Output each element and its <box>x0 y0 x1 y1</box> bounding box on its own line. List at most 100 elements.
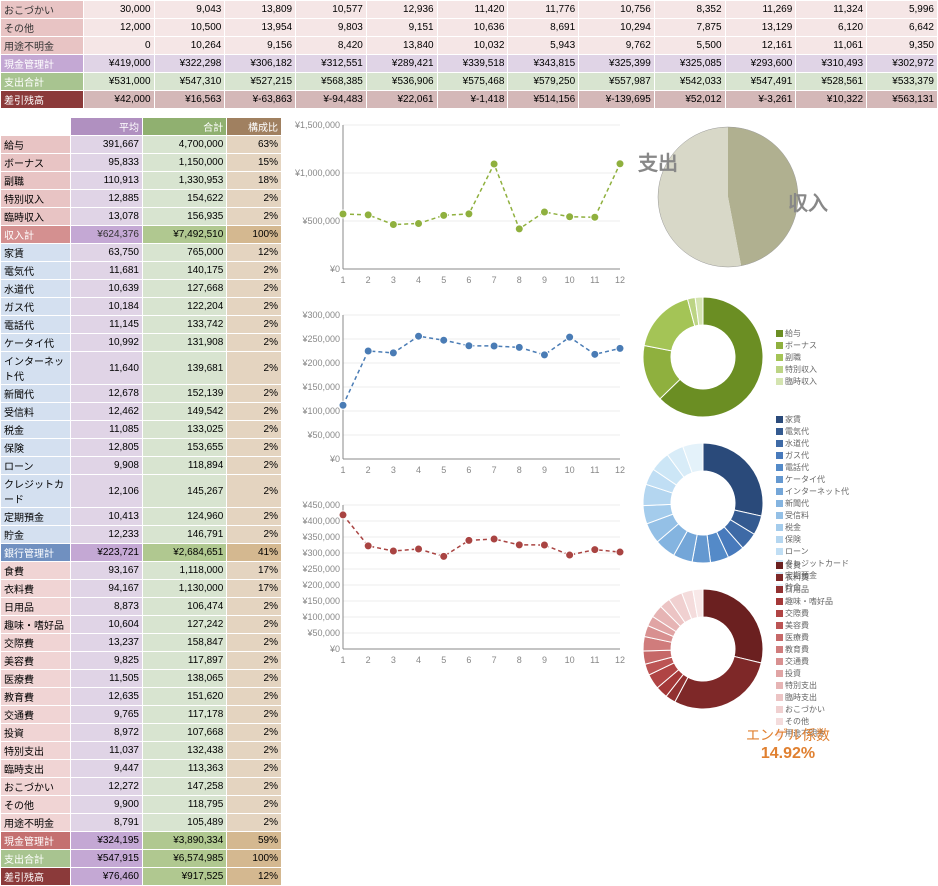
cell-value: 13,237 <box>71 634 143 652</box>
svg-text:11: 11 <box>590 275 599 285</box>
cell-value: 117,178 <box>142 706 226 724</box>
cell-value: 2% <box>227 439 282 457</box>
cell-value: 106,474 <box>142 598 226 616</box>
row-label: 現金管理計 <box>1 55 84 73</box>
cell-value: 10,184 <box>71 298 143 316</box>
cell-value: 11,085 <box>71 421 143 439</box>
cell-value: 10,756 <box>579 1 655 19</box>
row-label: その他 <box>1 19 84 37</box>
cell-value: 391,667 <box>71 136 143 154</box>
legend-item: 交通費 <box>776 656 833 667</box>
cell-value: 1,118,000 <box>142 562 226 580</box>
cell-value: 146,791 <box>142 526 226 544</box>
cell-value: 107,668 <box>142 724 226 742</box>
cell-value: ¥531,000 <box>83 73 154 91</box>
cell-value: ¥312,551 <box>296 55 367 73</box>
legend-item: 水道代 <box>776 438 849 449</box>
svg-text:¥0: ¥0 <box>329 264 340 274</box>
cell-value: 11,037 <box>71 742 143 760</box>
cell-value: 132,438 <box>142 742 226 760</box>
svg-text:12: 12 <box>615 655 625 665</box>
cell-value: 765,000 <box>142 244 226 262</box>
cell-value: 133,025 <box>142 421 226 439</box>
cell-value: 2% <box>227 352 282 385</box>
svg-text:2: 2 <box>366 655 371 665</box>
cell-value: 17% <box>227 580 282 598</box>
cell-value: ¥7,492,510 <box>142 226 226 244</box>
row-label: 差引残高 <box>1 868 71 886</box>
cell-value: ¥6,574,985 <box>142 850 226 868</box>
svg-text:10: 10 <box>565 465 575 475</box>
cell-value: 154,622 <box>142 190 226 208</box>
cell-value: 11,776 <box>508 1 579 19</box>
svg-text:¥100,000: ¥100,000 <box>301 406 340 416</box>
legend-item: 美容費 <box>776 620 833 631</box>
line-chart-1: ¥0¥50,000¥100,000¥150,000¥200,000¥250,00… <box>288 307 628 477</box>
row-label: 用途不明金 <box>1 37 84 55</box>
cell-value: 2% <box>227 778 282 796</box>
svg-text:¥100,000: ¥100,000 <box>301 612 340 622</box>
cell-value: 2% <box>227 280 282 298</box>
row-label: 水道代 <box>1 280 71 298</box>
cell-value: ¥302,972 <box>867 55 938 73</box>
cell-value: 13,129 <box>725 19 796 37</box>
svg-text:¥250,000: ¥250,000 <box>301 334 340 344</box>
legend-item: インターネット代 <box>776 486 849 497</box>
cell-value: 2% <box>227 724 282 742</box>
cell-value: 117,897 <box>142 652 226 670</box>
cell-value: 63% <box>227 136 282 154</box>
pie-label-income: 収入 <box>788 187 828 216</box>
svg-text:2: 2 <box>366 275 371 285</box>
svg-text:1: 1 <box>340 465 345 475</box>
row-label: ケータイ代 <box>1 334 71 352</box>
cell-value: 1,150,000 <box>142 154 226 172</box>
cell-value: ¥547,915 <box>71 850 143 868</box>
legend-item: ケータイ代 <box>776 474 849 485</box>
cell-value: 12,635 <box>71 688 143 706</box>
cell-value: 9,762 <box>579 37 655 55</box>
cell-value: ¥2,684,651 <box>142 544 226 562</box>
pie-label-expense: 支出 <box>638 147 678 176</box>
legend-item: 臨時収入 <box>776 376 817 387</box>
cell-value: ¥624,376 <box>71 226 143 244</box>
cell-value: 95,833 <box>71 154 143 172</box>
row-label: 副職 <box>1 172 71 190</box>
donut-legend: 食費衣料費日用品趣味・嗜好品交際費美容費医療費教育費交通費投資特別支出臨時支出お… <box>768 559 833 740</box>
cell-value: 8,691 <box>508 19 579 37</box>
cell-value: 41% <box>227 544 282 562</box>
cell-value: 12% <box>227 868 282 886</box>
svg-text:9: 9 <box>542 465 547 475</box>
legend-item: 医療費 <box>776 632 833 643</box>
cell-value: 110,913 <box>71 172 143 190</box>
cell-value: 10,413 <box>71 508 143 526</box>
cell-value: 13,078 <box>71 208 143 226</box>
cell-value: 10,500 <box>154 19 225 37</box>
cell-value: 2% <box>227 760 282 778</box>
cell-value: 2% <box>227 508 282 526</box>
cell-value: 6,120 <box>796 19 867 37</box>
row-label: 特別支出 <box>1 742 71 760</box>
cell-value: 145,267 <box>142 475 226 508</box>
cell-value: 12,000 <box>83 19 154 37</box>
cell-value: 153,655 <box>142 439 226 457</box>
cell-value: 17% <box>227 562 282 580</box>
svg-text:7: 7 <box>492 465 497 475</box>
cell-value: ¥306,182 <box>225 55 296 73</box>
svg-text:6: 6 <box>466 655 471 665</box>
donut-chart-1: 家賃電気代水道代ガス代電話代ケータイ代インターネット代新聞代受信料税金保険ローン… <box>638 433 938 573</box>
svg-text:¥300,000: ¥300,000 <box>301 310 340 320</box>
svg-text:¥50,000: ¥50,000 <box>306 628 340 638</box>
cell-value: ¥76,460 <box>71 868 143 886</box>
cell-value: 2% <box>227 208 282 226</box>
svg-text:¥350,000: ¥350,000 <box>301 532 340 542</box>
donut-chart-2: 食費衣料費日用品趣味・嗜好品交際費美容費医療費教育費交通費投資特別支出臨時支出お… <box>638 579 938 719</box>
row-label: 投資 <box>1 724 71 742</box>
cell-value: 10,604 <box>71 616 143 634</box>
svg-text:7: 7 <box>492 275 497 285</box>
cell-value: 11,269 <box>725 1 796 19</box>
svg-text:5: 5 <box>441 655 446 665</box>
row-label: 収入計 <box>1 226 71 244</box>
cell-value: 2% <box>227 316 282 334</box>
svg-text:2: 2 <box>366 465 371 475</box>
row-label: その他 <box>1 796 71 814</box>
